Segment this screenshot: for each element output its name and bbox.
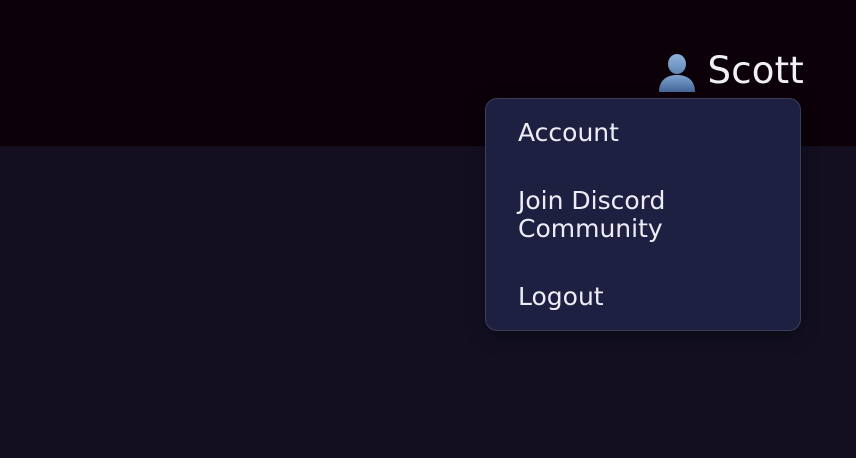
user-name: Scott <box>707 49 804 92</box>
menu-item-join-discord[interactable]: Join Discord Community <box>518 187 780 243</box>
menu-item-logout[interactable]: Logout <box>518 283 780 311</box>
menu-item-account[interactable]: Account <box>518 119 780 147</box>
user-menu-button[interactable]: Scott <box>656 46 804 96</box>
user-dropdown-menu: Account Join Discord Community Logout <box>485 98 801 331</box>
user-silhouette-icon <box>656 50 698 92</box>
